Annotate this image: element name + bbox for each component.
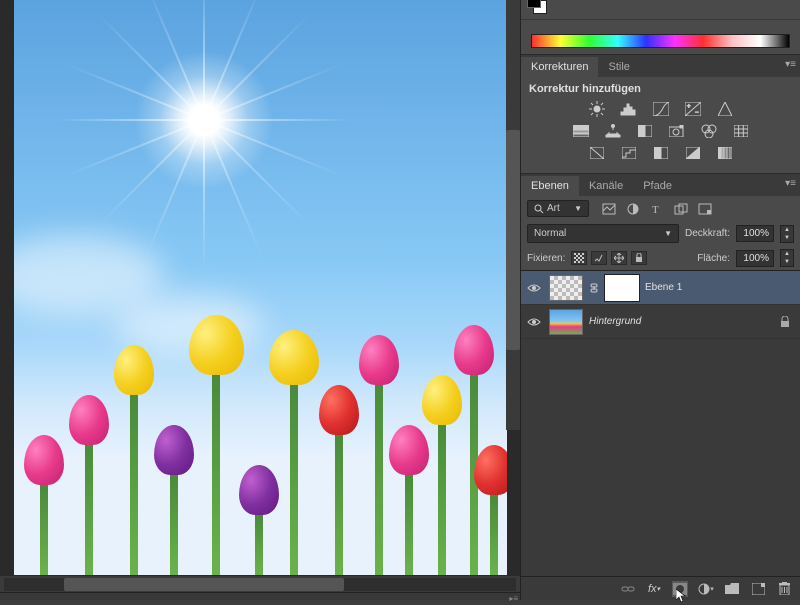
canvas-viewport[interactable]	[0, 0, 520, 575]
chevron-down-icon: ▼	[574, 204, 582, 213]
right-sidebar: Korrekturen Stile ▾≡ Korrektur hinzufüge…	[520, 0, 800, 600]
lock-transparency-icon[interactable]	[571, 251, 587, 265]
vertical-scrollbar[interactable]	[506, 0, 520, 430]
filter-type-icon[interactable]: T	[649, 202, 665, 216]
tab-ebenen[interactable]: Ebenen	[521, 176, 579, 196]
lock-pixels-icon[interactable]	[591, 251, 607, 265]
opacity-label: Deckkraft:	[685, 228, 730, 239]
panel-menu-icon[interactable]: ▾≡	[785, 178, 796, 189]
canvas-area: ▸≡	[0, 0, 520, 600]
layer-name-label[interactable]: Hintergrund	[589, 316, 641, 327]
color-balance-icon[interactable]	[603, 123, 623, 139]
mask-link-icon[interactable]	[589, 283, 599, 293]
posterize-icon[interactable]	[619, 145, 639, 161]
gradient-map-icon[interactable]	[715, 145, 735, 161]
hue-icon[interactable]	[571, 123, 591, 139]
visibility-toggle-icon[interactable]	[525, 283, 543, 293]
bw-icon[interactable]	[635, 123, 655, 139]
photo-filter-icon[interactable]	[667, 123, 687, 139]
selective-color-icon[interactable]	[683, 145, 703, 161]
layer-row[interactable]: Ebene 1	[521, 271, 800, 305]
search-icon	[534, 204, 544, 214]
levels-icon[interactable]	[619, 101, 639, 117]
lock-icon	[780, 316, 790, 328]
horizontal-scrollbar-thumb[interactable]	[64, 578, 344, 591]
panel-menu-icon[interactable]: ▾≡	[785, 59, 796, 70]
horizontal-scrollbar[interactable]	[0, 575, 520, 592]
add-mask-icon[interactable]	[672, 581, 688, 597]
fill-stepper[interactable]: ▲▼	[780, 249, 794, 267]
adjustments-title: Korrektur hinzufügen	[529, 83, 792, 95]
layer-thumbnail[interactable]	[549, 309, 583, 335]
layer-row[interactable]: Hintergrund	[521, 305, 800, 339]
vertical-scrollbar-thumb[interactable]	[506, 130, 520, 350]
filter-adjustment-icon[interactable]	[625, 202, 641, 216]
channel-mixer-icon[interactable]	[699, 123, 719, 139]
threshold-icon[interactable]	[651, 145, 671, 161]
vibrance-icon[interactable]	[715, 101, 735, 117]
brightness-icon[interactable]	[587, 101, 607, 117]
layer-name-label[interactable]: Ebene 1	[645, 282, 682, 293]
filter-smartobject-icon[interactable]	[697, 202, 713, 216]
new-group-icon[interactable]	[724, 581, 740, 597]
color-lookup-icon[interactable]	[731, 123, 751, 139]
layers-list: Ebene 1 Hintergrund	[521, 270, 800, 576]
tab-kanaele[interactable]: Kanäle	[579, 176, 633, 196]
curves-icon[interactable]	[651, 101, 671, 117]
adjustments-panel: Korrekturen Stile ▾≡ Korrektur hinzufüge…	[521, 54, 800, 173]
delete-layer-icon[interactable]	[776, 581, 792, 597]
filter-label: Art	[547, 203, 560, 214]
lock-label: Fixieren:	[527, 253, 565, 264]
svg-text:T: T	[652, 204, 659, 215]
lock-position-icon[interactable]	[611, 251, 627, 265]
panel-collapse-strip[interactable]: ▸≡	[0, 592, 520, 600]
tab-stile[interactable]: Stile	[598, 57, 639, 77]
mask-thumbnail[interactable]	[605, 275, 639, 301]
document-image	[14, 0, 507, 575]
link-layers-icon[interactable]	[620, 581, 636, 597]
tab-pfade[interactable]: Pfade	[633, 176, 682, 196]
svg-text:+: +	[687, 104, 691, 110]
opacity-stepper[interactable]: ▲▼	[780, 225, 794, 243]
foreground-color-swatch[interactable]	[527, 0, 541, 8]
filter-pixel-icon[interactable]	[601, 202, 617, 216]
fill-input[interactable]: 100%	[736, 250, 774, 267]
filter-shape-icon[interactable]	[673, 202, 689, 216]
opacity-input[interactable]: 100%	[736, 225, 774, 242]
exposure-icon[interactable]: +−	[683, 101, 703, 117]
layers-footer: fx▾ ▾	[521, 576, 800, 600]
layer-effects-icon[interactable]: fx▾	[646, 581, 662, 597]
lock-all-icon[interactable]	[631, 251, 647, 265]
layer-filter-select[interactable]: Art ▼	[527, 200, 589, 217]
blend-mode-value: Normal	[534, 228, 566, 239]
svg-text:−: −	[695, 110, 699, 116]
new-layer-icon[interactable]	[750, 581, 766, 597]
layer-thumbnail[interactable]	[549, 275, 583, 301]
tab-korrekturen[interactable]: Korrekturen	[521, 57, 598, 77]
layers-panel: Ebenen Kanäle Pfade ▾≡ Art ▼ T	[521, 173, 800, 600]
chevron-down-icon: ▼	[664, 229, 672, 238]
new-adjustment-layer-icon[interactable]: ▾	[698, 581, 714, 597]
visibility-toggle-icon[interactable]	[525, 317, 543, 327]
blend-mode-select[interactable]: Normal ▼	[527, 224, 679, 243]
color-spectrum[interactable]	[531, 34, 790, 48]
fill-label: Fläche:	[697, 253, 730, 264]
foreground-background-swatches[interactable]	[527, 0, 549, 16]
invert-icon[interactable]	[587, 145, 607, 161]
